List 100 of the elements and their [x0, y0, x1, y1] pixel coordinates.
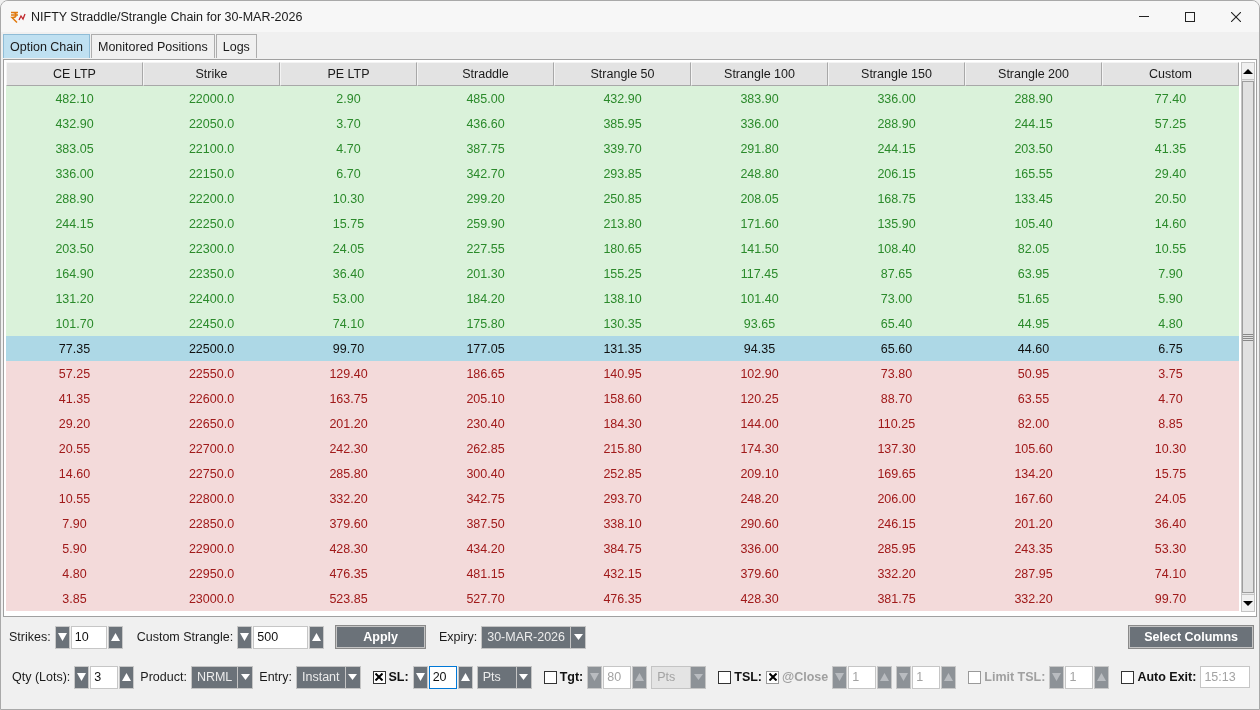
decrement-button[interactable]: [412, 665, 428, 689]
table-cell-text: 22950.0: [187, 565, 236, 583]
dropdown[interactable]: NRML: [190, 665, 254, 689]
decrement-button[interactable]: [587, 665, 603, 689]
dropdown-arrow-button[interactable]: [237, 666, 253, 688]
number-field[interactable]: 10: [70, 625, 107, 649]
column-header[interactable]: Straddle: [417, 62, 554, 86]
up-triangle-icon: [122, 673, 132, 681]
table-cell-text: 206.15: [876, 165, 917, 183]
checkbox-label: @Close: [782, 670, 829, 684]
increment-button[interactable]: [119, 665, 135, 689]
increment-button[interactable]: [632, 665, 648, 689]
table-cell-text: 476.35: [328, 565, 369, 583]
table-cell-text: 22550.0: [187, 365, 236, 383]
up-triangle-icon: [110, 633, 120, 641]
maximize-icon: [1185, 11, 1195, 22]
table-cell-text: 14.60: [1153, 215, 1188, 233]
table-cell-text: 208.05: [739, 190, 780, 208]
increment-button[interactable]: [1094, 665, 1110, 689]
decrement-button[interactable]: [896, 665, 912, 689]
column-header[interactable]: Strangle 150: [828, 62, 965, 86]
table-cell-text: 165.55: [1013, 165, 1054, 183]
column-header[interactable]: Strangle 50: [554, 62, 691, 86]
table-cell-text: 63.55: [1016, 390, 1051, 408]
tab[interactable]: Logs: [215, 34, 257, 58]
checkbox[interactable]: [718, 670, 732, 684]
table-cell-text: 22700.0: [187, 440, 236, 458]
increment-button[interactable]: [877, 665, 893, 689]
column-header[interactable]: Strangle 100: [691, 62, 828, 86]
field-label: Expiry:: [439, 630, 478, 644]
increment-button[interactable]: [107, 625, 123, 649]
decrement-button[interactable]: [74, 665, 90, 689]
action-button[interactable]: Apply: [336, 626, 425, 648]
decrement-button[interactable]: [54, 625, 70, 649]
decrement-button[interactable]: [237, 625, 253, 649]
scrollbar[interactable]: [1241, 62, 1255, 612]
increment-button[interactable]: [941, 665, 957, 689]
column-header[interactable]: PE LTP: [280, 62, 417, 86]
table-cell-text: 135.90: [876, 215, 917, 233]
increment-button[interactable]: [457, 665, 473, 689]
table-cell-text: 481.15: [465, 565, 506, 583]
table-cell-text: 243.35: [1013, 540, 1054, 558]
dropdown[interactable]: 30-MAR-2026: [481, 625, 587, 649]
table-cell-text: 168.75: [876, 190, 917, 208]
table-cell-text: 140.95: [602, 365, 643, 383]
table-cell-text: 201.20: [328, 415, 369, 433]
table-cell-text: 262.85: [465, 440, 506, 458]
table-cell-text: 209.10: [739, 465, 780, 483]
table-cell-text: 133.45: [1013, 190, 1054, 208]
table-cell-text: 527.70: [465, 590, 506, 608]
table-cell-text: 482.10: [54, 90, 95, 108]
table-cell-text: 184.30: [602, 415, 643, 433]
down-triangle-icon: [240, 674, 250, 680]
increment-button[interactable]: [309, 625, 325, 649]
number-field[interactable]: 500: [253, 625, 309, 649]
table-cell-text: 36.40: [1153, 515, 1188, 533]
scrollbar-thumb[interactable]: [1242, 81, 1254, 593]
field-label: Strikes:: [9, 630, 51, 644]
table-cell-text: 77.35: [57, 340, 92, 358]
decrement-button[interactable]: [1049, 665, 1065, 689]
table-cell-text: 336.00: [876, 90, 917, 108]
table-cell-text: 384.75: [602, 540, 643, 558]
down-triangle-icon: [77, 673, 87, 681]
table-cell-text: 171.60: [739, 215, 780, 233]
column-header[interactable]: Strike: [143, 62, 280, 86]
table-cell-text: 206.00: [876, 490, 917, 508]
scroll-up-button[interactable]: [1242, 63, 1254, 80]
column-header[interactable]: Strangle 200: [965, 62, 1102, 86]
number-field[interactable]: 20: [428, 665, 457, 689]
table-cell-text: 131.20: [54, 290, 95, 308]
table-cell-text: 186.65: [465, 365, 506, 383]
table-cell-text: 203.50: [1013, 140, 1054, 158]
down-triangle-icon: [693, 674, 703, 680]
dropdown[interactable]: Pts: [476, 665, 532, 689]
checkbox[interactable]: [543, 670, 557, 684]
table-cell-text: 65.40: [879, 315, 914, 333]
table-cell-text: 29.20: [57, 415, 92, 433]
table-cell-text: 428.30: [328, 540, 369, 558]
up-triangle-icon: [1243, 68, 1253, 74]
table-cell-text: 288.90: [876, 115, 917, 133]
table-cell-text: 201.30: [465, 265, 506, 283]
checkbox[interactable]: [1121, 670, 1135, 684]
decrement-button[interactable]: [832, 665, 848, 689]
dropdown-arrow-button[interactable]: [570, 626, 586, 648]
down-triangle-icon: [573, 634, 583, 640]
action-button[interactable]: Select Columns: [1129, 626, 1253, 648]
number-field[interactable]: 3: [90, 665, 119, 689]
table-cell-text: 3.75: [1157, 365, 1184, 383]
table-cell-text: 99.70: [1153, 590, 1188, 608]
table-cell-text: 205.10: [465, 390, 506, 408]
column-header[interactable]: CE LTP: [6, 62, 143, 86]
dropdown[interactable]: Instant: [296, 665, 361, 689]
tab[interactable]: Monitored Positions: [90, 34, 215, 58]
table-cell-text: 10.30: [331, 190, 366, 208]
checkbox[interactable]: [372, 670, 386, 684]
column-header[interactable]: Custom: [1102, 62, 1239, 86]
checkbox-label: TSL:: [734, 670, 763, 684]
scroll-down-button[interactable]: [1242, 594, 1254, 611]
down-triangle-icon: [415, 673, 425, 681]
tab[interactable]: Option Chain: [3, 34, 90, 58]
